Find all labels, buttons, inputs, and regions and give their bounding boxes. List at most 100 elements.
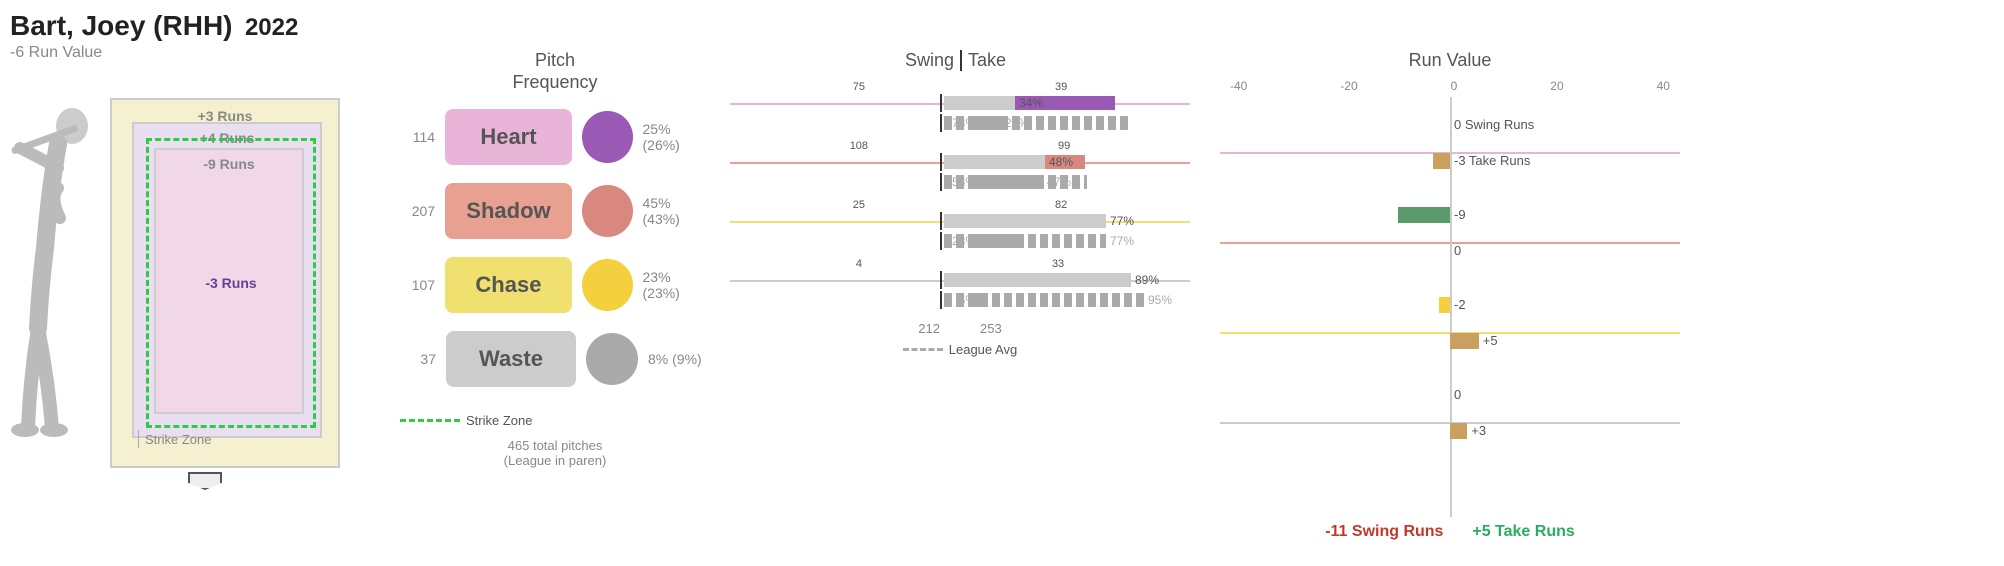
zone-strike-label: -3 Runs <box>205 275 256 291</box>
freq-box-chase: Chase <box>445 257 572 313</box>
freq-row-heart: 114 Heart 25% (26%) <box>400 109 710 165</box>
take-pct-right: 89% <box>1135 273 1159 287</box>
freq-row-shadow: 207 Shadow 45% (43%) <box>400 183 710 239</box>
rv-zero-line <box>1450 97 1452 517</box>
swing-col-label: Swing <box>730 50 960 71</box>
player-run-value: -6 Run Value <box>10 44 380 62</box>
lg-take-bar <box>944 175 1043 189</box>
lg-bar-row-shadow: 53% 47% <box>730 173 1190 191</box>
freq-row-waste: 37 Waste 8% (9%) <box>400 331 710 387</box>
swing-row-waste: 4 33 11% 89% 5% 95% <box>730 258 1190 309</box>
swing-count-left: 75 <box>853 81 865 93</box>
center-divider <box>940 94 942 112</box>
rv-swing-total: -11 Swing Runs <box>1325 523 1443 540</box>
swing-count-left: 4 <box>856 258 862 270</box>
center-divider-lg <box>940 114 942 132</box>
swing-row-heart: 75 39 66% 34% 73% 27% <box>730 81 1190 132</box>
lg-take-bar <box>944 116 1001 130</box>
batter-icon <box>0 88 110 448</box>
center-divider-lg <box>940 232 942 250</box>
swing-count-left: 25 <box>853 199 865 211</box>
rv-bar-2-1 <box>1450 333 1479 349</box>
rv-label-1-1: 0 <box>1454 243 1461 258</box>
freq-circle-heart <box>582 111 633 163</box>
freq-count: 107 <box>400 277 435 293</box>
zone-heart: -9 Runs -3 Runs <box>154 148 304 414</box>
freq-title: PitchFrequency <box>400 50 710 93</box>
freq-circle-waste <box>586 333 638 385</box>
rv-take-total: +5 Take Runs <box>1472 523 1574 540</box>
runval-section: Run Value -40-2002040 0 Swing Runs-3 Tak… <box>1200 0 1700 566</box>
rv-chart-title: Run Value <box>1210 50 1690 71</box>
rv-label-0-1: -3 Take Runs <box>1454 153 1530 168</box>
zone-strike: -3 Runs <box>146 138 316 428</box>
lg-bar-row-waste: 5% 95% <box>730 291 1190 309</box>
take-pct-right: 48% <box>1049 155 1073 169</box>
rv-label-3-1: +3 <box>1471 423 1486 438</box>
take-pct-right: 77% <box>1110 214 1134 228</box>
strike-zone-text: Strike Zone <box>138 430 211 448</box>
rv-bar-0-1 <box>1433 153 1450 169</box>
lg-pct-right: 47% <box>1047 175 1071 189</box>
freq-pct: 25% (26%) <box>643 121 711 153</box>
rv-chart: 0 Swing Runs-3 Take Runs-90-2+50+3 <box>1220 97 1680 517</box>
freq-pct: 8% (9%) <box>648 351 702 367</box>
freq-count: 114 <box>400 129 435 145</box>
swing-totals: 212 253 <box>730 321 1190 336</box>
home-plate <box>188 472 222 490</box>
player-bar-row-chase: 23% 77% <box>730 212 1190 230</box>
take-bar-player <box>944 273 1131 287</box>
player-bar-row-heart: 66% 34% <box>730 94 1190 112</box>
center-divider <box>940 271 942 289</box>
take-pct-right: 34% <box>1019 96 1043 110</box>
swing-counts-waste: 4 33 <box>730 258 1190 270</box>
swing-count-right: 39 <box>1055 81 1067 93</box>
rv-summary: -11 Swing Runs +5 Take Runs <box>1210 523 1690 541</box>
freq-section: PitchFrequency 114 Heart 25% (26%) 207 S… <box>380 0 720 566</box>
player-section: Bart, Joey (RHH) 2022 -6 Run Value +3 Ru… <box>0 0 380 566</box>
rv-bar-1-0 <box>1398 207 1450 223</box>
take-col-label: Take <box>960 50 1190 71</box>
zone-shadow: +4 Runs -9 Runs -3 Runs <box>132 122 322 438</box>
center-divider-lg <box>940 291 942 309</box>
swing-count-right: 33 <box>1052 258 1064 270</box>
swing-counts-heart: 75 39 <box>730 81 1190 93</box>
rv-label-2-0: -2 <box>1454 297 1466 312</box>
swing-counts-shadow: 10899 <box>730 140 1190 152</box>
freq-pct: 45% (43%) <box>643 195 711 227</box>
take-bar-player <box>944 214 1106 228</box>
swing-total-count: 212 <box>918 321 940 336</box>
rv-bar-2-0 <box>1439 297 1451 313</box>
freq-row-chase: 107 Chase 23% (23%) <box>400 257 710 313</box>
rv-label-3-0: 0 <box>1454 387 1461 402</box>
swing-section: Swing Take 75 39 66% 34% 73% 27% 10899 52… <box>720 0 1200 566</box>
freq-count: 207 <box>400 203 435 219</box>
strike-zone-legend-label: Strike Zone <box>466 413 532 428</box>
lg-bar-row-chase: 23% 77% <box>730 232 1190 250</box>
freq-count: 37 <box>400 351 436 367</box>
take-bar-player <box>944 155 1045 169</box>
swing-count-right: 99 <box>1058 140 1070 152</box>
lg-pct-right: 77% <box>1110 234 1134 248</box>
player-bar-row-shadow: 52% 48% <box>730 153 1190 171</box>
freq-box-heart: Heart <box>445 109 572 165</box>
strike-zone-legend: Strike Zone <box>400 413 710 428</box>
player-bar-row-waste: 11% 89% <box>730 271 1190 289</box>
rv-label-2-1: +5 <box>1483 333 1498 348</box>
lg-bar-row-heart: 73% 27% <box>730 114 1190 132</box>
lg-take-bar <box>944 293 1144 307</box>
center-divider <box>940 212 942 230</box>
take-total-count: 253 <box>980 321 1002 336</box>
take-bar-player <box>944 96 1015 110</box>
league-avg-legend: League Avg <box>730 342 1190 357</box>
player-name: Bart, Joey (RHH) <box>10 10 232 41</box>
lg-take-bar <box>944 234 1106 248</box>
player-year: 2022 <box>245 14 298 41</box>
center-divider <box>940 153 942 171</box>
freq-circle-shadow <box>582 185 633 237</box>
rv-label-1-0: -9 <box>1454 207 1466 222</box>
freq-box-shadow: Shadow <box>445 183 572 239</box>
freq-pct: 23% (23%) <box>643 269 711 301</box>
lg-pct-right: 27% <box>1005 116 1029 130</box>
center-divider-lg <box>940 173 942 191</box>
